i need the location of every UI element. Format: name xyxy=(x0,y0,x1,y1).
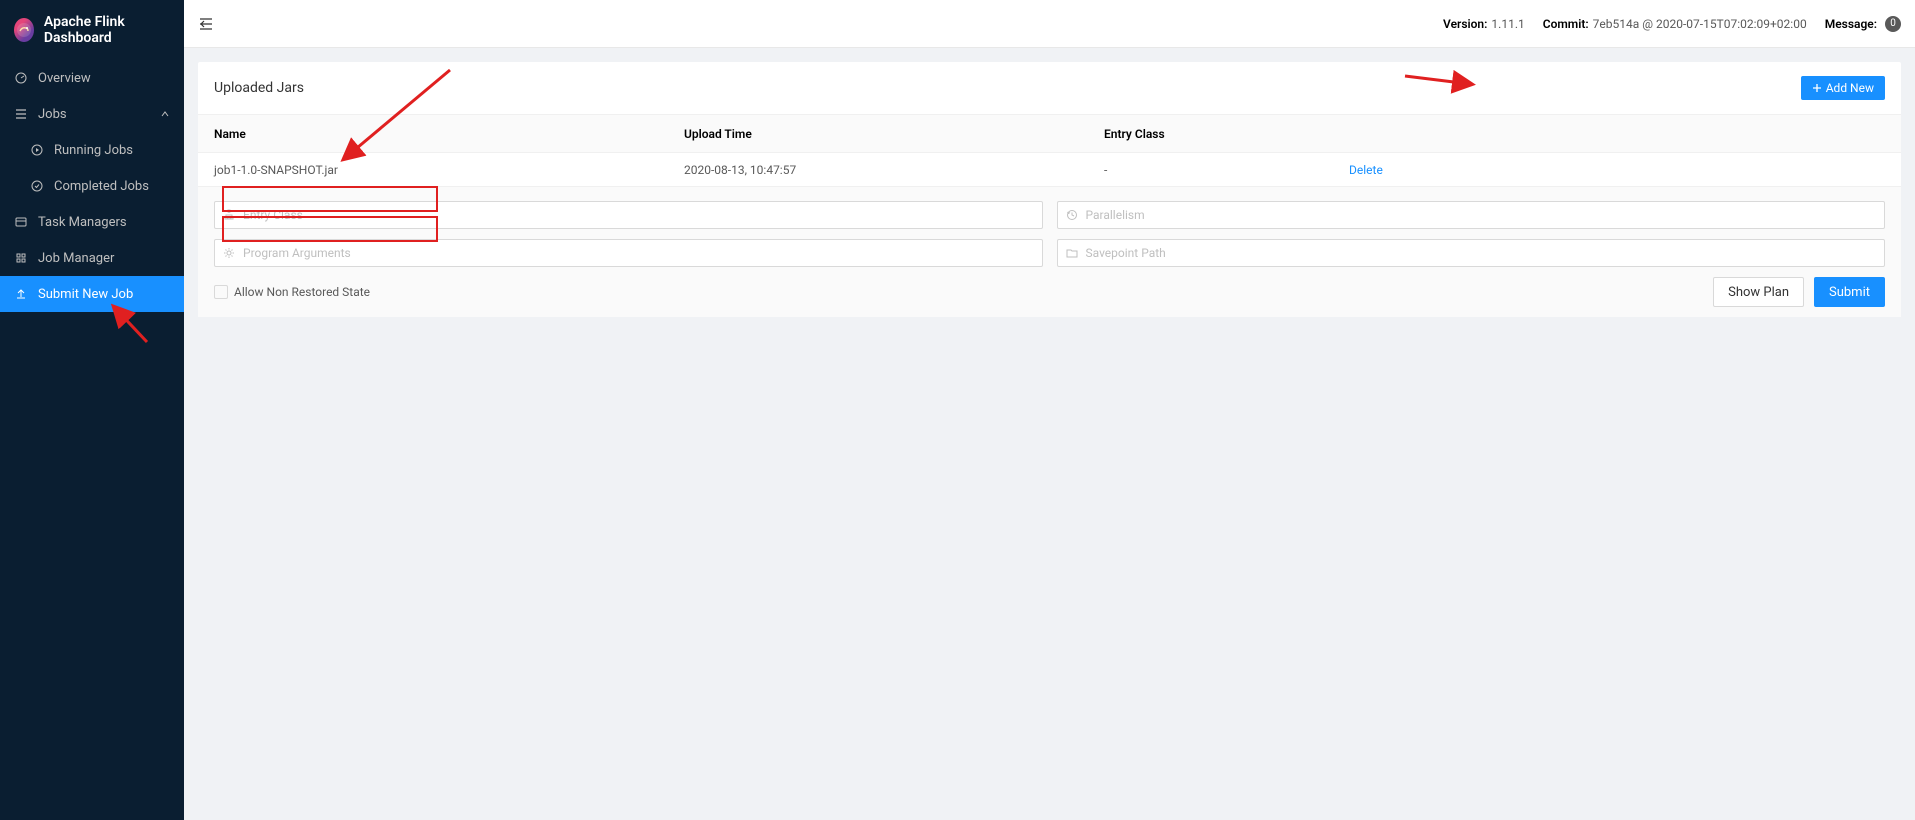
message-label: Message: xyxy=(1825,17,1877,31)
main-area: Version: 1.11.1 Commit: 7eb514a @ 2020-0… xyxy=(184,0,1915,820)
plus-icon xyxy=(1812,83,1822,93)
savepoint-input[interactable] xyxy=(1057,239,1886,267)
sidebar-item-label: Jobs xyxy=(38,107,67,122)
folder-icon xyxy=(1065,247,1079,259)
commit-value: 7eb514a @ 2020-07-15T07:02:09+02:00 xyxy=(1593,17,1807,31)
parallelism-input[interactable] xyxy=(1057,201,1886,229)
parallelism-field xyxy=(1057,201,1886,229)
add-new-button[interactable]: Add New xyxy=(1801,76,1885,100)
savepoint-field xyxy=(1057,239,1886,267)
version-value: 1.11.1 xyxy=(1491,17,1524,31)
upload-icon xyxy=(14,288,28,300)
flink-logo xyxy=(14,18,34,42)
build-icon xyxy=(14,252,28,264)
sidebar-menu: Overview Jobs Running Jobs Completed Job… xyxy=(0,60,184,312)
program-args-input[interactable] xyxy=(214,239,1043,267)
entry-class-field xyxy=(214,201,1043,229)
program-args-field xyxy=(214,239,1043,267)
jar-name: job1-1.0-SNAPSHOT.jar xyxy=(214,163,684,177)
submit-form: Allow Non Restored State Show Plan Submi… xyxy=(198,187,1901,317)
jar-entry-class: - xyxy=(1104,163,1349,177)
sidebar-item-label: Completed Jobs xyxy=(54,179,149,194)
dashboard-icon xyxy=(14,72,28,84)
settings-icon xyxy=(222,247,236,259)
sitemap-icon xyxy=(222,209,236,221)
message-count-badge: 0 xyxy=(1885,16,1901,32)
submit-button[interactable]: Submit xyxy=(1814,277,1885,307)
allow-non-restored-label: Allow Non Restored State xyxy=(234,285,370,299)
app-title: Apache Flink Dashboard xyxy=(44,14,170,46)
sidebar-item-overview[interactable]: Overview xyxy=(0,60,184,96)
sidebar-item-label: Running Jobs xyxy=(54,143,133,158)
col-name: Name xyxy=(214,127,684,141)
sidebar-item-label: Submit New Job xyxy=(38,287,133,302)
show-plan-button[interactable]: Show Plan xyxy=(1713,277,1804,307)
col-upload-time: Upload Time xyxy=(684,127,1104,141)
commit-label: Commit: xyxy=(1543,17,1589,31)
add-new-label: Add New xyxy=(1826,81,1874,95)
chevron-up-icon xyxy=(160,109,170,119)
menu-fold-icon[interactable] xyxy=(198,16,214,32)
sidebar-item-completed-jobs[interactable]: Completed Jobs xyxy=(0,168,184,204)
topbar: Version: 1.11.1 Commit: 7eb514a @ 2020-0… xyxy=(184,0,1915,48)
table-header-row: Name Upload Time Entry Class xyxy=(198,115,1901,153)
sidebar: Apache Flink Dashboard Overview Jobs Run… xyxy=(0,0,184,820)
sidebar-header: Apache Flink Dashboard xyxy=(0,0,184,60)
version-label: Version: xyxy=(1443,17,1487,31)
entry-class-input[interactable] xyxy=(214,201,1043,229)
uploaded-jars-card: Uploaded Jars Add New Name Upload Time E… xyxy=(198,62,1901,317)
sidebar-item-label: Task Managers xyxy=(38,215,127,230)
table-row[interactable]: job1-1.0-SNAPSHOT.jar 2020-08-13, 10:47:… xyxy=(198,153,1901,187)
play-circle-icon xyxy=(30,144,44,156)
sidebar-item-job-manager[interactable]: Job Manager xyxy=(0,240,184,276)
schedule-icon xyxy=(14,216,28,228)
check-circle-icon xyxy=(30,180,44,192)
col-entry-class: Entry Class xyxy=(1104,127,1349,141)
sidebar-item-task-managers[interactable]: Task Managers xyxy=(0,204,184,240)
allow-non-restored-checkbox[interactable] xyxy=(214,285,228,299)
history-icon xyxy=(1065,209,1079,221)
card-title: Uploaded Jars xyxy=(214,80,304,96)
jar-upload-time: 2020-08-13, 10:47:57 xyxy=(684,163,1104,177)
sidebar-item-label: Overview xyxy=(38,71,91,86)
delete-link[interactable]: Delete xyxy=(1349,163,1885,177)
sidebar-item-jobs[interactable]: Jobs xyxy=(0,96,184,132)
allow-non-restored-row[interactable]: Allow Non Restored State xyxy=(214,285,370,299)
bars-icon xyxy=(14,108,28,120)
sidebar-item-label: Job Manager xyxy=(38,251,114,266)
sidebar-item-submit-new-job[interactable]: Submit New Job xyxy=(0,276,184,312)
sidebar-item-running-jobs[interactable]: Running Jobs xyxy=(0,132,184,168)
